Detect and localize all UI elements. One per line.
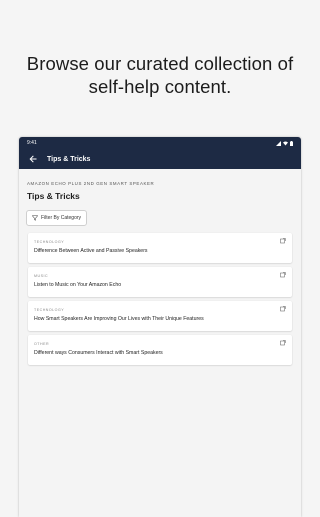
status-bar: 9:41 xyxy=(19,137,301,149)
battery-icon xyxy=(290,140,293,146)
filter-label: Filter By Category xyxy=(41,215,82,221)
promo-line-1: Browse our curated collection of xyxy=(26,53,294,74)
status-icons xyxy=(276,140,293,146)
card-category: OTHER xyxy=(34,342,50,346)
card-category: MUSIC xyxy=(34,274,49,278)
main-content: AMAZON ECHO PLUS 2ND GEN SMART SPEAKER T… xyxy=(19,181,301,365)
open-external-icon xyxy=(280,306,286,312)
list-item[interactable]: TECHNOLOGY How Smart Speakers Are Improv… xyxy=(28,301,292,331)
list-item[interactable]: OTHER Different ways Consumers Interact … xyxy=(28,335,292,365)
status-time: 9:41 xyxy=(27,140,37,146)
page-title: Tips & Tricks xyxy=(27,191,80,201)
card-title: Listen to Music on Your Amazon Echo xyxy=(34,282,122,288)
tips-list: TECHNOLOGY Difference Between Active and… xyxy=(26,233,294,365)
back-arrow-icon[interactable] xyxy=(27,153,39,165)
promo-line-2: self-help content. xyxy=(88,76,232,97)
list-item[interactable]: MUSIC Listen to Music on Your Amazon Ech… xyxy=(28,267,292,297)
card-category: TECHNOLOGY xyxy=(34,240,65,244)
device-screen: 9:41 Tips & Tricks AMAZON ECHO PLUS 2ND … xyxy=(19,137,301,517)
card-category: TECHNOLOGY xyxy=(34,308,65,312)
wifi-icon xyxy=(283,141,288,145)
product-subheading: AMAZON ECHO PLUS 2ND GEN SMART SPEAKER xyxy=(27,181,155,186)
open-external-icon xyxy=(280,238,286,244)
card-title: Difference Between Active and Passive Sp… xyxy=(34,248,148,254)
app-bar-title: Tips & Tricks xyxy=(47,155,91,163)
funnel-icon xyxy=(32,215,38,221)
filter-by-category-button[interactable]: Filter By Category xyxy=(26,210,88,226)
list-item[interactable]: TECHNOLOGY Difference Between Active and… xyxy=(28,233,292,263)
card-title: Different ways Consumers Interact with S… xyxy=(34,350,163,356)
open-external-icon xyxy=(280,340,286,346)
promo-headline: Browse our curated collection of self-he… xyxy=(0,52,320,98)
signal-icon xyxy=(276,140,281,146)
card-title: How Smart Speakers Are Improving Our Liv… xyxy=(34,316,204,322)
open-external-icon xyxy=(280,272,286,278)
app-bar: Tips & Tricks xyxy=(19,149,301,169)
